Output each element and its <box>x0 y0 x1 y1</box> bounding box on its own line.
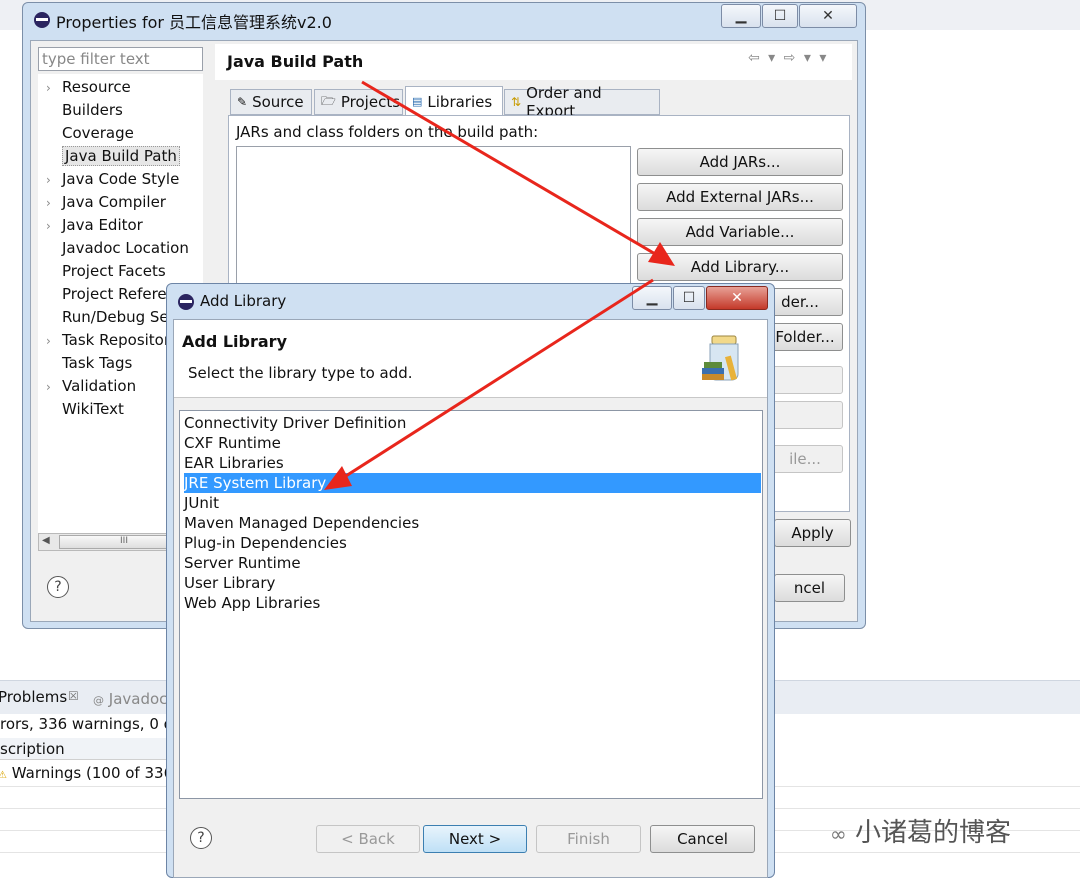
annotation-arrows <box>324 80 675 490</box>
wechat-icon: ∞ <box>830 822 847 846</box>
arrow-to-jre <box>337 278 654 483</box>
watermark: ∞ 小诸葛的博客 <box>830 818 1011 848</box>
arrow-to-add-library <box>361 80 663 260</box>
arrowhead-icon <box>324 466 352 490</box>
arrowhead-icon <box>648 242 675 266</box>
